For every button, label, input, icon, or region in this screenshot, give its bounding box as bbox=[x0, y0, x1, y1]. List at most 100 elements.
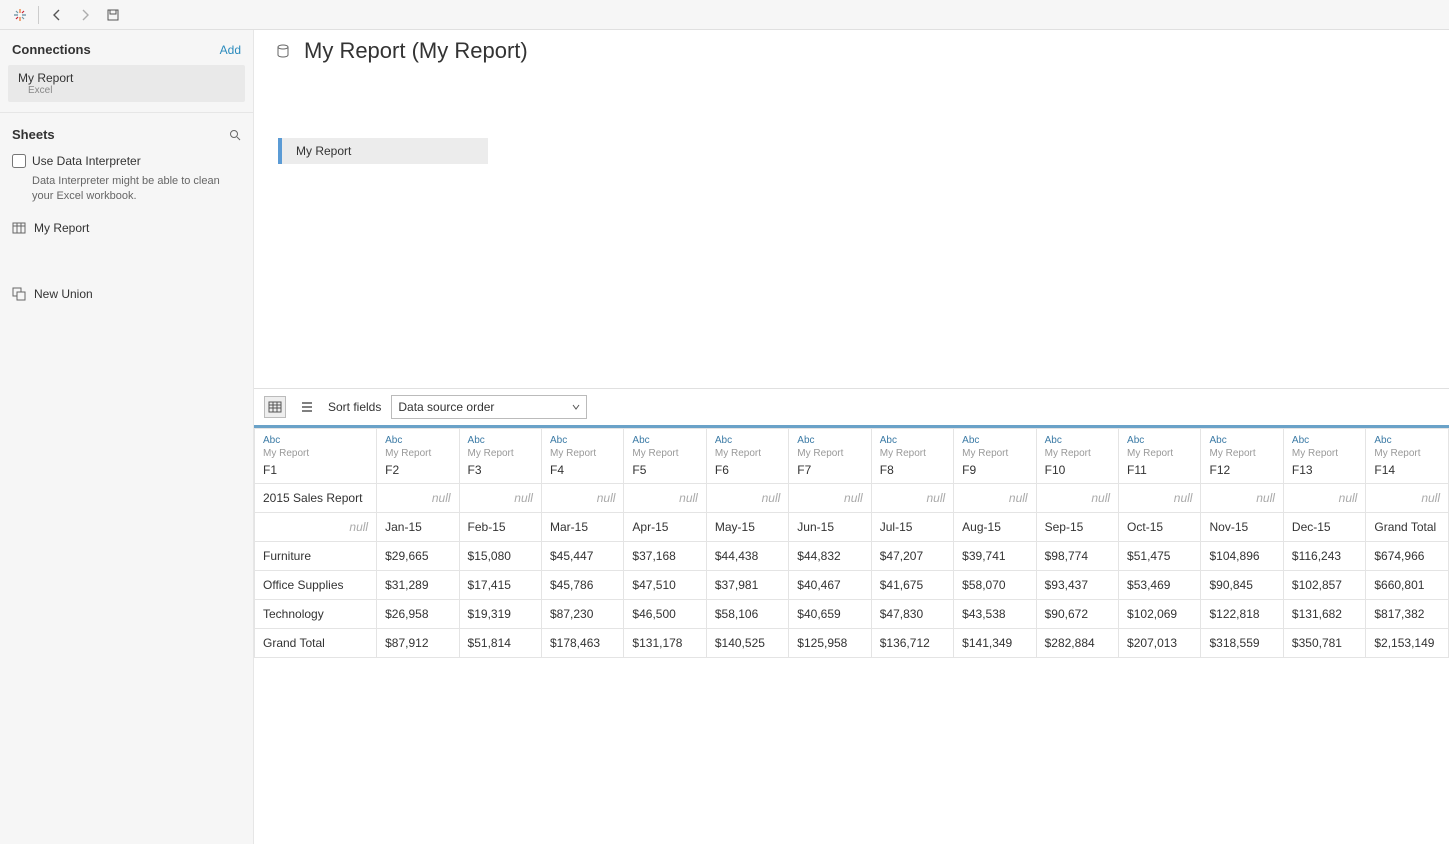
table-cell[interactable]: Jul-15 bbox=[871, 513, 953, 542]
table-cell[interactable]: $140,525 bbox=[706, 629, 788, 658]
table-cell[interactable]: $47,510 bbox=[624, 571, 706, 600]
table-cell[interactable]: null bbox=[1201, 484, 1283, 513]
use-data-interpreter-checkbox[interactable] bbox=[12, 154, 26, 168]
table-cell[interactable]: $58,106 bbox=[706, 600, 788, 629]
table-cell[interactable]: null bbox=[871, 484, 953, 513]
connection-item[interactable]: My Report Excel bbox=[8, 65, 245, 102]
table-cell[interactable]: Technology bbox=[255, 600, 377, 629]
table-cell[interactable]: null bbox=[789, 484, 871, 513]
table-cell[interactable]: null bbox=[1036, 484, 1118, 513]
table-cell[interactable]: Grand Total bbox=[1366, 513, 1449, 542]
table-cell[interactable]: $53,469 bbox=[1119, 571, 1201, 600]
table-cell[interactable]: $318,559 bbox=[1201, 629, 1283, 658]
table-cell[interactable]: $31,289 bbox=[377, 571, 459, 600]
metadata-view-button[interactable] bbox=[296, 396, 318, 418]
table-cell[interactable]: Feb-15 bbox=[459, 513, 541, 542]
sheet-item[interactable]: My Report bbox=[0, 215, 253, 241]
table-cell[interactable]: $37,981 bbox=[706, 571, 788, 600]
join-canvas[interactable]: My Report bbox=[254, 68, 1449, 388]
table-cell[interactable]: null bbox=[1119, 484, 1201, 513]
table-cell[interactable]: $104,896 bbox=[1201, 542, 1283, 571]
table-cell[interactable]: $178,463 bbox=[541, 629, 623, 658]
table-cell[interactable]: $674,966 bbox=[1366, 542, 1449, 571]
table-cell[interactable]: $51,475 bbox=[1119, 542, 1201, 571]
table-cell[interactable]: $40,467 bbox=[789, 571, 871, 600]
table-cell[interactable]: Jan-15 bbox=[377, 513, 459, 542]
search-icon[interactable] bbox=[229, 129, 241, 141]
column-header[interactable]: AbcMy ReportF3 bbox=[459, 429, 541, 484]
column-header[interactable]: AbcMy ReportF8 bbox=[871, 429, 953, 484]
table-pill[interactable]: My Report bbox=[278, 138, 488, 164]
column-header[interactable]: AbcMy ReportF1 bbox=[255, 429, 377, 484]
table-cell[interactable]: $282,884 bbox=[1036, 629, 1118, 658]
table-cell[interactable]: $45,447 bbox=[541, 542, 623, 571]
table-cell[interactable]: $43,538 bbox=[954, 600, 1036, 629]
table-cell[interactable]: null bbox=[954, 484, 1036, 513]
table-cell[interactable]: $45,786 bbox=[541, 571, 623, 600]
table-cell[interactable]: $51,814 bbox=[459, 629, 541, 658]
table-cell[interactable]: $47,207 bbox=[871, 542, 953, 571]
table-cell[interactable]: Nov-15 bbox=[1201, 513, 1283, 542]
new-union-item[interactable]: New Union bbox=[0, 281, 253, 307]
table-cell[interactable]: Dec-15 bbox=[1283, 513, 1365, 542]
table-cell[interactable]: May-15 bbox=[706, 513, 788, 542]
table-cell[interactable]: $40,659 bbox=[789, 600, 871, 629]
table-cell[interactable]: Office Supplies bbox=[255, 571, 377, 600]
table-cell[interactable]: $131,682 bbox=[1283, 600, 1365, 629]
table-cell[interactable]: null bbox=[1283, 484, 1365, 513]
column-header[interactable]: AbcMy ReportF2 bbox=[377, 429, 459, 484]
column-header[interactable]: AbcMy ReportF5 bbox=[624, 429, 706, 484]
column-header[interactable]: AbcMy ReportF10 bbox=[1036, 429, 1118, 484]
table-cell[interactable]: $90,672 bbox=[1036, 600, 1118, 629]
table-cell[interactable]: null bbox=[541, 484, 623, 513]
table-cell[interactable]: $2,153,149 bbox=[1366, 629, 1449, 658]
save-button[interactable] bbox=[99, 3, 127, 27]
table-cell[interactable]: $116,243 bbox=[1283, 542, 1365, 571]
table-cell[interactable]: Mar-15 bbox=[541, 513, 623, 542]
table-cell[interactable]: $15,080 bbox=[459, 542, 541, 571]
table-cell[interactable]: Aug-15 bbox=[954, 513, 1036, 542]
table-cell[interactable]: $26,958 bbox=[377, 600, 459, 629]
table-cell[interactable]: 2015 Sales Report bbox=[255, 484, 377, 513]
table-cell[interactable]: $102,069 bbox=[1119, 600, 1201, 629]
table-cell[interactable]: $131,178 bbox=[624, 629, 706, 658]
table-cell[interactable]: $19,319 bbox=[459, 600, 541, 629]
table-cell[interactable]: $17,415 bbox=[459, 571, 541, 600]
column-header[interactable]: AbcMy ReportF4 bbox=[541, 429, 623, 484]
table-cell[interactable]: $47,830 bbox=[871, 600, 953, 629]
table-cell[interactable]: $136,712 bbox=[871, 629, 953, 658]
tableau-logo-icon[interactable] bbox=[6, 3, 34, 27]
table-cell[interactable]: $98,774 bbox=[1036, 542, 1118, 571]
table-cell[interactable]: $207,013 bbox=[1119, 629, 1201, 658]
table-cell[interactable]: null bbox=[459, 484, 541, 513]
table-cell[interactable]: $93,437 bbox=[1036, 571, 1118, 600]
table-cell[interactable]: $350,781 bbox=[1283, 629, 1365, 658]
grid-view-button[interactable] bbox=[264, 396, 286, 418]
table-cell[interactable]: $39,741 bbox=[954, 542, 1036, 571]
table-cell[interactable]: $46,500 bbox=[624, 600, 706, 629]
table-cell[interactable]: null bbox=[706, 484, 788, 513]
table-cell[interactable]: null bbox=[255, 513, 377, 542]
table-cell[interactable]: $58,070 bbox=[954, 571, 1036, 600]
table-cell[interactable]: $660,801 bbox=[1366, 571, 1449, 600]
column-header[interactable]: AbcMy ReportF14 bbox=[1366, 429, 1449, 484]
forward-button[interactable] bbox=[71, 3, 99, 27]
table-cell[interactable]: $87,912 bbox=[377, 629, 459, 658]
table-cell[interactable]: null bbox=[377, 484, 459, 513]
column-header[interactable]: AbcMy ReportF12 bbox=[1201, 429, 1283, 484]
table-cell[interactable]: null bbox=[624, 484, 706, 513]
table-cell[interactable]: Oct-15 bbox=[1119, 513, 1201, 542]
column-header[interactable]: AbcMy ReportF9 bbox=[954, 429, 1036, 484]
table-cell[interactable]: Grand Total bbox=[255, 629, 377, 658]
table-cell[interactable]: $29,665 bbox=[377, 542, 459, 571]
back-button[interactable] bbox=[43, 3, 71, 27]
sort-fields-select[interactable]: Data source order bbox=[391, 395, 587, 419]
table-cell[interactable]: $102,857 bbox=[1283, 571, 1365, 600]
data-grid[interactable]: AbcMy ReportF1AbcMy ReportF2AbcMy Report… bbox=[254, 425, 1449, 844]
column-header[interactable]: AbcMy ReportF7 bbox=[789, 429, 871, 484]
table-cell[interactable]: Furniture bbox=[255, 542, 377, 571]
table-cell[interactable]: $44,438 bbox=[706, 542, 788, 571]
table-cell[interactable]: null bbox=[1366, 484, 1449, 513]
column-header[interactable]: AbcMy ReportF6 bbox=[706, 429, 788, 484]
table-cell[interactable]: $37,168 bbox=[624, 542, 706, 571]
